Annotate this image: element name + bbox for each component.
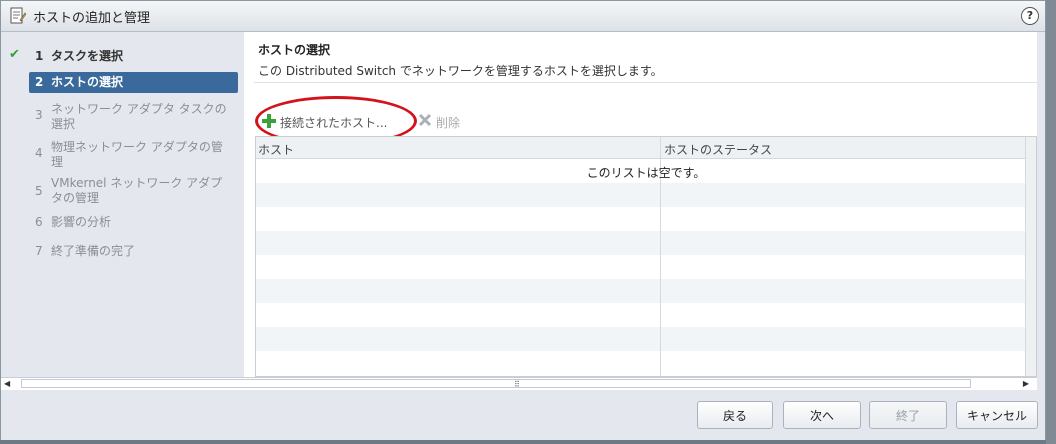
table-row: [256, 207, 1036, 231]
remove-icon: [418, 113, 432, 127]
column-header-host-status[interactable]: ホストのステータス: [664, 141, 772, 158]
add-manage-hosts-dialog: ホストの追加と管理 ? ✔ 1 タスクを選択 2 ホストの選択 3 ネットワーク…: [0, 0, 1046, 440]
step-select-adapter-tasks: 3 ネットワーク アダプタ タスクの選択: [35, 102, 227, 131]
dialog-title: ホストの追加と管理: [33, 11, 151, 26]
add-connected-hosts-button[interactable]: 接続されたホスト...: [262, 112, 422, 132]
grip-icon: ⠿: [514, 380, 520, 389]
scroll-left-arrow-icon[interactable]: ◀: [4, 379, 10, 388]
table-row: [256, 183, 1036, 207]
wizard-icon: [10, 7, 26, 24]
dialog-footer: 戻る 次へ 終了 キャンセル: [1, 390, 1045, 440]
scroll-right-arrow-icon[interactable]: ▶: [1023, 379, 1029, 388]
table-row: [256, 231, 1036, 255]
wizard-steps-sidebar: ✔ 1 タスクを選択 2 ホストの選択 3 ネットワーク アダプタ タスクの選択…: [1, 32, 243, 377]
empty-list-message: このリストは空です。: [586, 166, 706, 180]
finish-button: 終了: [869, 401, 947, 429]
step-manage-vmkernel-adapters: 5 VMkernel ネットワーク アダプタの管理: [35, 176, 223, 205]
divider: [254, 82, 1037, 83]
page-title: ホストの選択: [258, 43, 331, 57]
horizontal-scrollbar[interactable]: ◀ ⠿ ▶: [1, 377, 1037, 391]
page-description: この Distributed Switch でネットワークを管理するホストを選択…: [258, 64, 663, 78]
column-header-host[interactable]: ホスト: [258, 141, 294, 158]
scrollbar-thumb[interactable]: ⠿: [21, 379, 971, 389]
dialog-titlebar: ホストの追加と管理 ?: [1, 1, 1045, 32]
step-select-hosts[interactable]: 2 ホストの選択: [1, 72, 243, 93]
add-connected-hosts-label: 接続されたホスト...: [280, 116, 388, 130]
table-row: [256, 279, 1036, 303]
back-button[interactable]: 戻る: [697, 401, 773, 429]
background-window-edge: [1046, 0, 1056, 444]
main-content: ホストの選択 この Distributed Switch でネットワークを管理す…: [244, 32, 1037, 377]
next-button[interactable]: 次へ: [783, 401, 861, 429]
step-manage-physical-adapters: 4 物理ネットワーク アダプタの管理: [35, 140, 223, 169]
help-icon[interactable]: ?: [1021, 7, 1039, 25]
cancel-button[interactable]: キャンセル: [956, 401, 1038, 429]
check-icon: ✔: [9, 47, 20, 62]
table-header: ホスト ホストのステータス: [256, 137, 1036, 159]
step-analyze-impact: 6 影響の分析: [35, 215, 112, 229]
step-ready-to-complete: 7 終了準備の完了: [35, 244, 136, 258]
table-row: [256, 303, 1036, 327]
plus-icon: [262, 114, 276, 128]
remove-button[interactable]: 削除: [418, 112, 478, 132]
table-row: [256, 351, 1036, 375]
remove-label: 削除: [436, 116, 461, 130]
step-select-task[interactable]: ✔ 1 タスクを選択: [1, 46, 243, 66]
hosts-table: ホスト ホストのステータス このリストは空です。: [255, 136, 1037, 377]
vertical-scrollbar[interactable]: [1025, 137, 1036, 376]
table-row: [256, 327, 1036, 351]
table-row: [256, 255, 1036, 279]
